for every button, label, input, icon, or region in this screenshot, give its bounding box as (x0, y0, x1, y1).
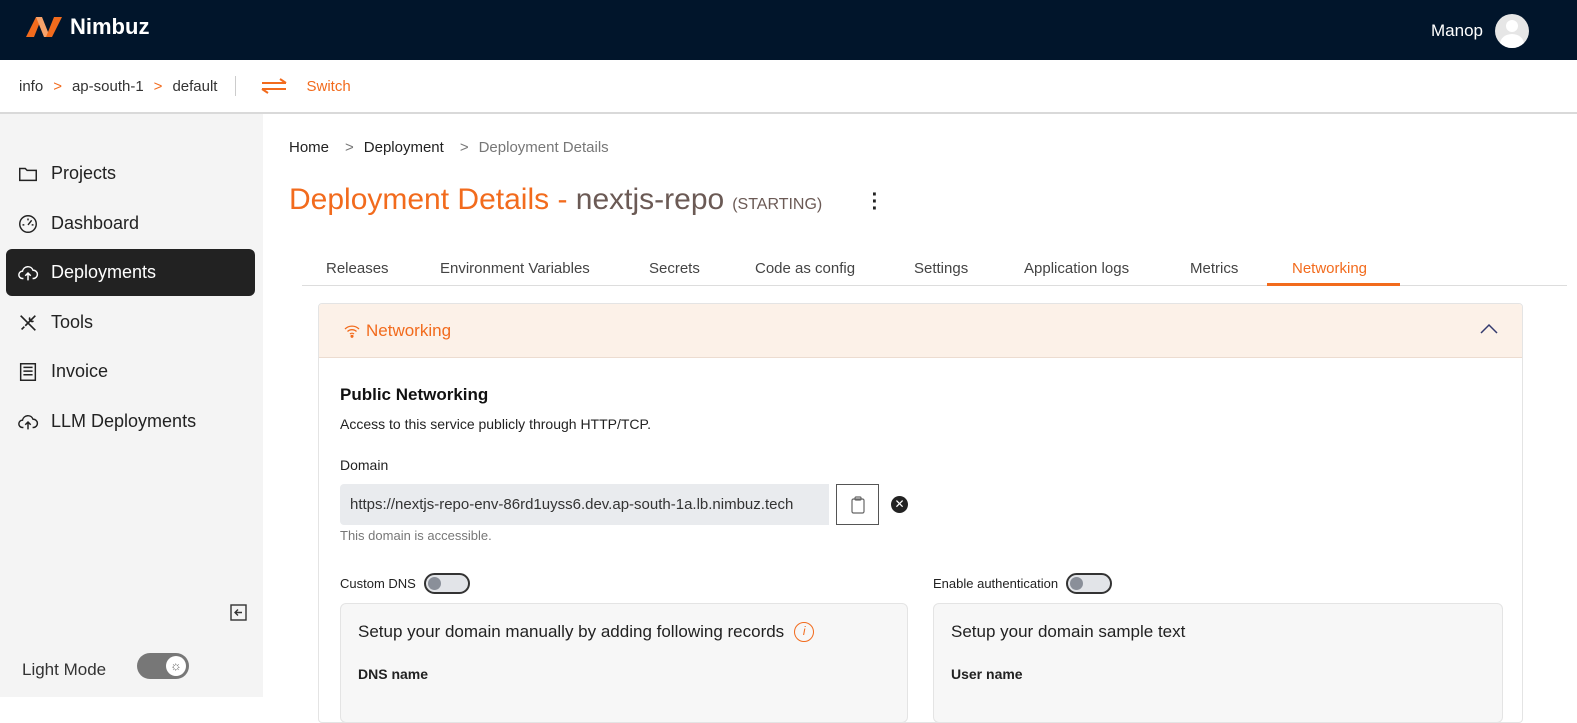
custom-dns-label: Custom DNS (340, 576, 416, 591)
switch-button[interactable]: Switch (260, 77, 351, 95)
status-badge: (STARTING) (732, 196, 823, 213)
user-name-label: User name (951, 666, 1023, 682)
sidebar-item-llm-deployments[interactable]: LLM Deployments (6, 398, 255, 445)
tab-metrics[interactable]: Metrics (1190, 260, 1238, 277)
sidebar-item-label: Invoice (51, 361, 109, 381)
breadcrumb-separator: > (345, 139, 354, 156)
avatar[interactable] (1495, 14, 1529, 48)
enable-authentication-label: Enable authentication (933, 576, 1059, 591)
nimbuz-logo-icon (26, 17, 62, 37)
sidebar-item-label: Dashboard (51, 213, 140, 233)
light-mode-label: Light Mode (22, 660, 107, 679)
folder-icon (19, 167, 37, 181)
light-mode-toggle[interactable]: ☼ (137, 653, 189, 679)
divider (235, 76, 237, 96)
tab-networking[interactable]: Networking (1292, 260, 1367, 277)
info-icon[interactable]: i (794, 622, 815, 642)
tab-bar: Releases Environment Variables Secrets C… (302, 250, 1567, 286)
context-separator: > (153, 77, 163, 95)
breadcrumb-deployment[interactable]: Deployment (364, 139, 444, 156)
sidebar-item-tools[interactable]: Tools (6, 299, 255, 346)
sidebar-item-label: Projects (51, 163, 117, 183)
dns-name-label: DNS name (358, 666, 429, 682)
gauge-icon (19, 214, 37, 233)
custom-dns-toggle[interactable] (423, 573, 470, 594)
public-networking-description: Access to this service publicly through … (340, 416, 651, 432)
enable-authentication-toggle[interactable] (1066, 573, 1113, 594)
clipboard-icon (850, 495, 865, 514)
cloud-upload-icon (18, 414, 39, 429)
tab-application-logs[interactable]: Application logs (1024, 260, 1129, 277)
context-bar: info > ap-south-1 > default Switch (0, 60, 1577, 114)
title-prefix: Deployment Details - (289, 183, 576, 216)
deployment-name: nextjs-repo (575, 183, 725, 216)
dns-setup-box: Setup your domain manually by adding fol… (340, 603, 908, 722)
context-environment[interactable]: default (172, 78, 217, 95)
sidebar-item-label: LLM Deployments (51, 411, 197, 431)
switch-arrows-icon (261, 78, 288, 94)
logo[interactable]: Nimbuz (26, 14, 149, 40)
domain-label: Domain (340, 457, 389, 473)
wifi-icon (344, 324, 360, 338)
breadcrumb: Home > Deployment > Deployment Details (289, 139, 609, 156)
user-menu[interactable]: Manop (1431, 14, 1529, 48)
app-name: Nimbuz (70, 14, 150, 39)
tab-settings[interactable]: Settings (914, 260, 968, 277)
context-org[interactable]: info (19, 78, 43, 95)
collapse-sidebar-icon[interactable] (230, 604, 247, 621)
sidebar-item-label: Deployments (51, 262, 157, 282)
networking-panel-title: Networking (366, 320, 452, 340)
user-name: Manop (1431, 21, 1483, 40)
page-title: Deployment Details - nextjs-repo (STARTIN… (289, 183, 822, 217)
custom-dns-row: Custom DNS (340, 573, 470, 594)
top-bar: Nimbuz Manop (0, 0, 1577, 60)
tab-secrets[interactable]: Secrets (649, 260, 700, 277)
breadcrumb-home[interactable]: Home (289, 139, 329, 156)
sun-icon: ☼ (166, 656, 186, 676)
sidebar-item-projects[interactable]: Projects (6, 150, 255, 197)
dns-setup-title: Setup your domain manually by adding fol… (358, 622, 785, 641)
sidebar-item-label: Tools (51, 312, 94, 332)
networking-panel: Networking Public Networking Access to t… (318, 303, 1523, 723)
invoice-icon (19, 362, 37, 381)
active-tab-indicator (1267, 283, 1400, 286)
public-networking-heading: Public Networking (340, 385, 489, 404)
sidebar-item-invoice[interactable]: Invoice (6, 348, 255, 395)
context-separator: > (53, 77, 62, 95)
networking-panel-header[interactable]: Networking (319, 304, 1522, 358)
sidebar: Projects Dashboard Deployments Tools Inv… (0, 114, 263, 697)
cloud-upload-icon (18, 265, 39, 280)
chevron-up-icon[interactable] (1478, 318, 1500, 340)
domain-input[interactable] (340, 484, 829, 525)
domain-hint: This domain is accessible. (340, 528, 492, 543)
more-options-icon[interactable]: · · · (868, 185, 882, 219)
sidebar-item-deployments[interactable]: Deployments (6, 249, 255, 296)
tab-environment-variables[interactable]: Environment Variables (440, 260, 590, 277)
auth-setup-box: Setup your domain sample text User name (933, 603, 1503, 722)
tools-icon (20, 314, 36, 331)
tab-releases[interactable]: Releases (326, 260, 389, 277)
auth-setup-title: Setup your domain sample text (951, 622, 1186, 641)
tab-code-as-config[interactable]: Code as config (755, 260, 855, 277)
context-region[interactable]: ap-south-1 (72, 78, 144, 95)
breadcrumb-separator: > (459, 139, 469, 156)
breadcrumb-current: Deployment Details (478, 139, 609, 156)
remove-domain-icon[interactable]: ✕ (891, 496, 908, 513)
enable-authentication-row: Enable authentication (933, 573, 1113, 594)
sidebar-item-dashboard[interactable]: Dashboard (6, 200, 255, 247)
copy-domain-button[interactable] (836, 484, 879, 525)
switch-label: Switch (306, 77, 351, 95)
